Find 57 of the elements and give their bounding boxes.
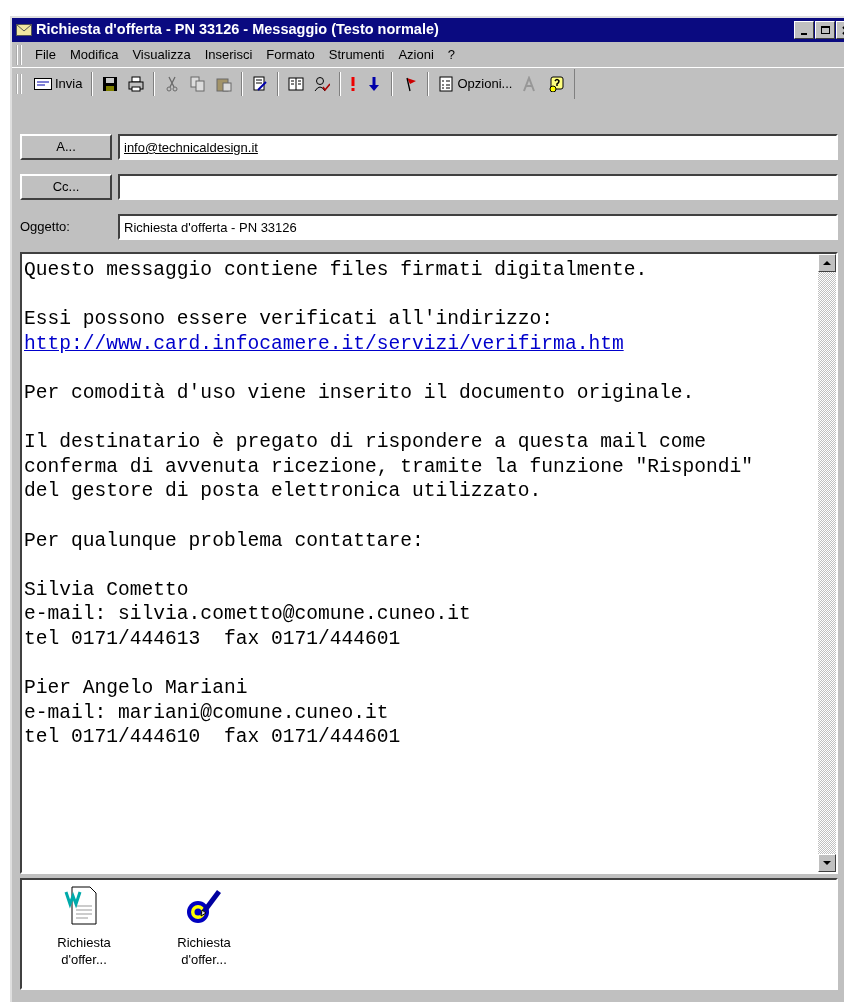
recipient-button[interactable]: Cc... — [20, 174, 112, 200]
menu-item[interactable]: Modifica — [62, 42, 126, 67]
maximize-button[interactable] — [815, 21, 835, 39]
copy-icon — [190, 76, 207, 92]
cut-icon — [164, 76, 181, 92]
scroll-down-button[interactable] — [818, 854, 836, 872]
input-field[interactable]: Richiesta d'offerta - PN 33126 — [118, 214, 838, 240]
text-line: conferma di avvenuta ricezione, tramite la funzione "Rispondi" — [24, 454, 753, 480]
message-icon — [34, 78, 52, 90]
input-field[interactable] — [118, 174, 838, 200]
menu-item[interactable]: Strumenti — [321, 42, 392, 67]
link[interactable]: http://www.card.infocamere.it/servizi/verifirma.htm — [24, 331, 624, 357]
text-line: Essi possono essere verificati all'indirizzo: — [24, 307, 554, 332]
check-names-icon — [252, 76, 269, 92]
attachment[interactable]: Richiesta d'offer... — [32, 886, 136, 982]
options-icon — [438, 76, 455, 92]
printer-icon — [128, 76, 145, 92]
menu-item[interactable]: Visualizza — [125, 42, 198, 67]
scrollbar[interactable] — [818, 254, 836, 872]
exclamation-icon — [350, 76, 357, 92]
text-line: tel 0171/444610 fax 0171/444601 — [24, 725, 401, 750]
maximize-icon — [819, 24, 831, 36]
text-line: tel 0171/444613 fax 0171/444601 — [24, 626, 401, 652]
text-line: Pier Angelo Mariani — [24, 676, 248, 701]
send-button[interactable]: Invia — [30, 71, 87, 97]
text-line: Questo messaggio contiene files firmati digitalmente. — [24, 258, 648, 283]
input-field[interactable]: info@technicaldesign.it — [118, 134, 838, 160]
attachment[interactable]: Richiesta d'offer... — [152, 886, 256, 982]
text-line: Per comodità d'uso viene inserito il documento originale. — [24, 380, 695, 406]
menu-item[interactable]: Azioni — [391, 42, 441, 67]
menu-item[interactable]: File — [28, 42, 63, 67]
scroll-up-button[interactable] — [818, 254, 836, 272]
text-line: e-mail: mariani@comune.cuneo.it — [24, 700, 389, 726]
options-button[interactable]: Opzioni... — [434, 71, 517, 97]
person-check-icon — [314, 76, 331, 92]
down-arrow-icon — [823, 861, 831, 865]
text-line: del gestore di posta elettronica utilizzato. — [24, 479, 542, 504]
save-icon — [102, 76, 119, 92]
window-title: Richiesta d'offerta - PN 33126 - Messaggio (Testo normale) — [36, 20, 439, 40]
up-arrow-icon — [823, 261, 831, 265]
minimize-button[interactable] — [794, 21, 814, 39]
text-line: Silvia Cometto — [24, 577, 189, 603]
field-label: Oggetto: — [20, 218, 71, 237]
toolbar-grip — [16, 44, 22, 65]
text-line: e-mail: silvia.cometto@comune.cuneo.it — [24, 602, 471, 627]
address-book-icon — [288, 76, 305, 92]
text-line: Per qualunque problema contattare: — [24, 528, 424, 554]
menu-item[interactable]: ? — [440, 42, 463, 67]
help-icon — [548, 76, 565, 92]
toolbar-grip — [16, 74, 22, 94]
menu-item[interactable]: Formato — [259, 42, 322, 67]
paste-icon — [216, 76, 233, 92]
minimize-icon — [801, 33, 807, 35]
menu-item[interactable]: Inserisci — [197, 42, 260, 67]
text-line: Il destinatario è pregato di rispondere a questa mail come — [24, 430, 706, 455]
envelope-icon — [16, 24, 32, 36]
recipient-button[interactable]: A... — [20, 134, 112, 160]
